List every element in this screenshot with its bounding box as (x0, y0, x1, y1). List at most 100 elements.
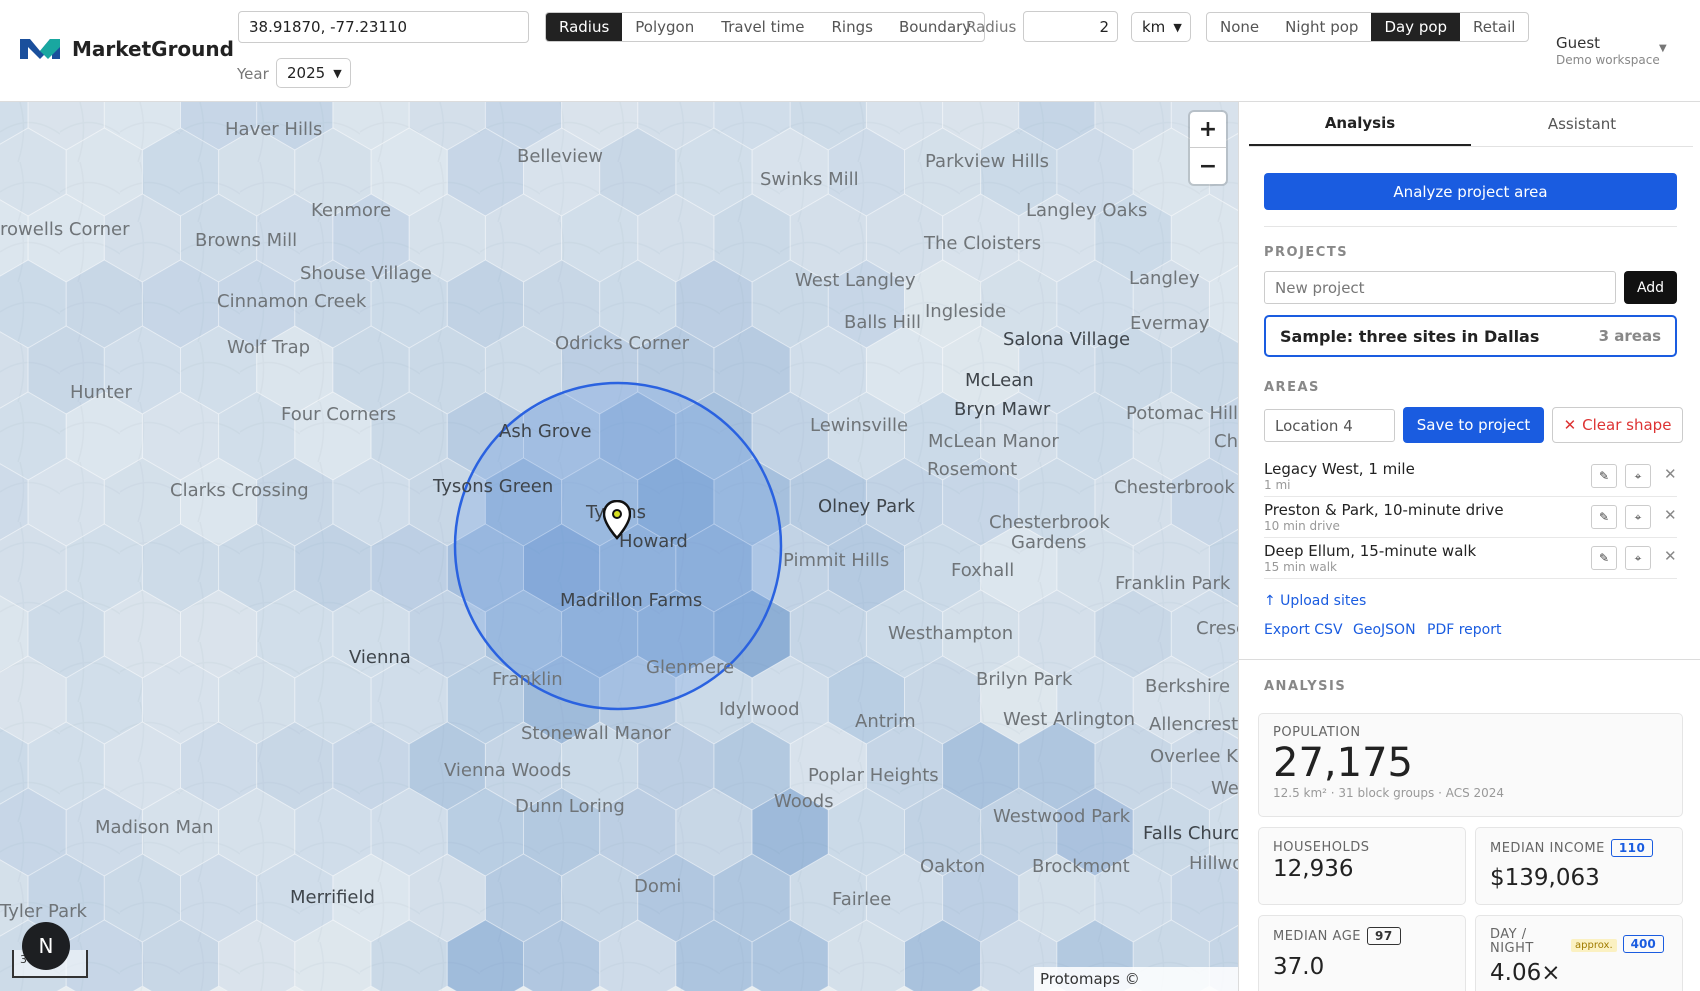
tab-analysis[interactable]: Analysis (1249, 102, 1471, 146)
locate-icon[interactable]: ⌖ (1625, 505, 1651, 529)
place-label: Overlee Kn (1150, 746, 1238, 767)
export-geojson-link[interactable]: GeoJSON (1353, 622, 1416, 638)
divider (1264, 226, 1677, 227)
place-label: Hunter (70, 382, 132, 403)
zoom-out-button[interactable]: − (1190, 148, 1226, 184)
place-label: Foxhall (951, 560, 1015, 581)
place-label: Fairlee (832, 889, 892, 910)
save-to-project-button[interactable]: Save to project (1403, 407, 1544, 443)
median-income-label: MEDIAN INCOME (1490, 841, 1605, 856)
chevron-down-icon[interactable]: ▼ (1659, 43, 1667, 54)
edit-icon[interactable]: ✎ (1591, 505, 1617, 529)
locate-icon[interactable]: ⌖ (1625, 546, 1651, 570)
project-card[interactable]: Sample: three sites in Dallas 3 areas (1264, 315, 1677, 357)
side-panel: Analysis Assistant Analyze project area … (1238, 102, 1700, 991)
add-project-button[interactable]: Add (1624, 271, 1677, 304)
day-night-label-line2: NIGHT (1490, 941, 1534, 956)
area-sub: 1 mi (1264, 478, 1291, 492)
year-select[interactable]: 2025 ▼ (276, 58, 351, 88)
radius-input[interactable] (1023, 11, 1118, 42)
place-label: Langley Oaks (1026, 200, 1148, 221)
tab-assistant[interactable]: Assistant (1471, 102, 1693, 146)
place-label: Vienna Woods (444, 760, 572, 781)
place-label: Pimmit Hills (783, 550, 890, 571)
location-pin-icon[interactable] (603, 500, 631, 540)
place-label: Ash Grove (499, 421, 592, 442)
new-project-input[interactable]: New project (1264, 271, 1616, 304)
place-label: Poplar Heights (808, 765, 939, 786)
mode-tab-travel-time[interactable]: Travel time (707, 13, 818, 41)
area-row[interactable]: Deep Ellum, 15-minute walk 15 min walk ✎… (1264, 538, 1677, 579)
locate-icon[interactable]: ⌖ (1625, 464, 1651, 488)
mode-tab-rings[interactable]: Rings (819, 13, 886, 41)
place-label: Tyler Park (0, 901, 87, 922)
layer-tab-night-pop[interactable]: Night pop (1272, 13, 1371, 41)
chevron-down-icon: ▼ (1173, 20, 1182, 34)
delete-icon[interactable]: ✕ (1664, 506, 1677, 524)
place-label: Westwood Park (993, 806, 1131, 827)
place-label: Merrifield (290, 887, 375, 908)
layer-tab-none[interactable]: None (1207, 13, 1272, 41)
zoom-in-button[interactable]: + (1190, 112, 1226, 148)
areas-title: AREAS (1264, 380, 1320, 395)
map-view[interactable]: Haver Hills Belleview Parkview Hills Swinks… (0, 102, 1238, 991)
map-attribution[interactable]: Protomaps © OpenStreetMap (1034, 967, 1238, 991)
place-label: Tysons Green (433, 476, 554, 497)
layer-tab-retail[interactable]: Retail (1460, 13, 1528, 41)
day-night-badges: approx. 400 (1571, 933, 1664, 953)
logo: MarketGround (18, 35, 234, 63)
place-label: Rosemont (927, 459, 1018, 480)
top-bar: MarketGround Radius Polygon Travel time … (0, 0, 1700, 102)
households-label: HOUSEHOLDS (1273, 840, 1370, 855)
edit-icon[interactable]: ✎ (1591, 546, 1617, 570)
place-label: Falls Church (1143, 823, 1238, 844)
place-label: Brilyn Park (976, 669, 1073, 690)
place-label: Salona Village (1003, 329, 1131, 350)
area-row[interactable]: Preston & Park, 10-minute drive 10 min d… (1264, 497, 1677, 538)
export-csv-link[interactable]: Export CSV (1264, 622, 1343, 638)
compass-icon[interactable]: N (22, 922, 70, 970)
delete-icon[interactable]: ✕ (1664, 465, 1677, 483)
place-label: Domi (634, 876, 682, 897)
median-age-value: 37.0 (1273, 954, 1325, 980)
day-night-label: DAY / NIGHT (1490, 928, 1534, 956)
place-label: Franklin Park (1115, 573, 1231, 594)
place-label: Vienna (349, 647, 411, 668)
area-name-input[interactable]: Location 4 (1264, 409, 1395, 442)
layer-tab-day-pop[interactable]: Day pop (1371, 13, 1461, 41)
place-label: Browns Mill (195, 230, 298, 251)
logo-icon (20, 39, 60, 59)
place-label: Odricks Corner (555, 333, 689, 354)
place-label: Parkview Hills (925, 151, 1049, 172)
layer-selector: None Night pop Day pop Retail (1206, 12, 1530, 42)
analyze-project-button[interactable]: Analyze project area (1264, 173, 1677, 210)
upload-sites-link[interactable]: ↑ Upload sites (1264, 593, 1366, 609)
unit-value: km (1142, 18, 1166, 36)
area-name: Legacy West, 1 mile (1264, 460, 1415, 478)
place-label: Idylwood (719, 699, 800, 720)
place-label: Antrim (855, 711, 916, 732)
unit-select[interactable]: km ▼ (1131, 12, 1191, 42)
edit-icon[interactable]: ✎ (1591, 464, 1617, 488)
place-label: Gardens (1011, 532, 1087, 553)
divider (1239, 659, 1700, 660)
approx-badge: approx. (1571, 939, 1617, 952)
area-row[interactable]: Legacy West, 1 mile 1 mi ✎ ⌖ ✕ (1264, 456, 1677, 497)
delete-icon[interactable]: ✕ (1664, 547, 1677, 565)
mode-tab-radius[interactable]: Radius (546, 13, 623, 41)
user-menu[interactable]: Guest Demo workspace (1556, 34, 1660, 67)
place-label: Chesterbrook (1114, 477, 1235, 498)
place-label: Oakton (920, 856, 986, 877)
clear-shape-button[interactable]: ✕ Clear shape (1552, 407, 1683, 443)
radius-label: Radius (966, 18, 1017, 36)
place-label: Wolf Trap (227, 337, 311, 358)
place-label: Bryn Mawr (954, 399, 1051, 420)
place-label: McLean (965, 370, 1034, 391)
households-value: 12,936 (1273, 856, 1354, 882)
mode-tab-polygon[interactable]: Polygon (622, 13, 707, 41)
place-label: Kenmore (311, 200, 392, 221)
place-label: Stonewall Manor (521, 723, 671, 744)
export-pdf-link[interactable]: PDF report (1427, 622, 1501, 638)
coordinate-search-input[interactable] (238, 11, 529, 43)
place-label: Clarks Crossing (170, 480, 309, 501)
